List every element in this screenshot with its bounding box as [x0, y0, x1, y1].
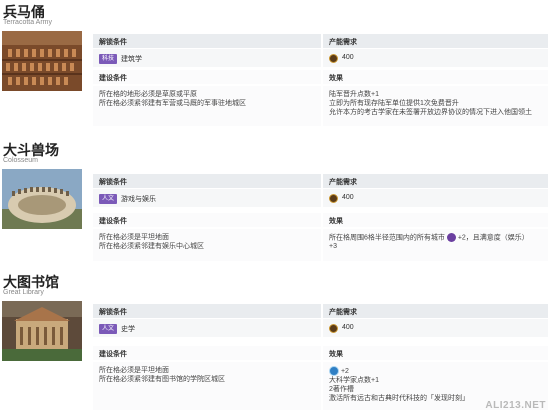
effect-text: 所在格周围6格半径范围内的所有城市	[329, 234, 445, 242]
unlock-tag[interactable]: 科技	[99, 54, 118, 64]
science-icon	[329, 366, 339, 376]
wonder-subtitle: Terracotta Army	[3, 19, 53, 26]
effect-line: 大科学家点数+1	[329, 377, 379, 384]
unlock-header: 解锁条件	[93, 304, 321, 318]
cost-value: 400	[342, 194, 354, 201]
unlock-row: 科技 建筑学	[93, 49, 321, 67]
build-line: 所在格必须紧邻建有娱乐中心城区	[99, 243, 204, 250]
effect-line: 2著作槽	[329, 386, 354, 393]
effect-line: 陆军晋升点数+1	[329, 91, 379, 98]
cost-row: 400	[323, 49, 548, 67]
build-conditions: 所在格的地形必须是草原或平原 所在格必须紧邻建有军营或马厩的军事驻地城区	[93, 86, 321, 126]
effect-text: +2，且满意度（娱乐）	[457, 234, 529, 242]
effect-header: 效果	[323, 346, 548, 360]
cost-row: 400	[323, 319, 548, 337]
production-coin-icon	[329, 194, 338, 203]
wonder-subtitle: Colosseum	[3, 157, 39, 164]
production-coin-icon	[329, 54, 338, 63]
unlock-header: 解锁条件	[93, 34, 321, 48]
site-watermark: ALI213.NET	[485, 400, 546, 411]
build-header: 建设条件	[93, 346, 321, 360]
build-line: 所在格必须是平坦地面	[99, 367, 169, 374]
unlock-row: 人文 游戏与娱乐	[93, 189, 321, 207]
cost-header: 产能需求	[323, 174, 548, 188]
culture-icon	[446, 233, 456, 242]
effect-text: +2	[340, 367, 349, 375]
effects: 陆军晋升点数+1 立即为所有现存陆军单位提供1次免费晋升 允许本方的考古学家在未…	[323, 86, 548, 126]
effect-header: 效果	[323, 70, 548, 84]
cost-header: 产能需求	[323, 304, 548, 318]
unlock-header: 解锁条件	[93, 174, 321, 188]
cost-value: 400	[342, 324, 354, 331]
wonder-thumbnail	[2, 301, 82, 361]
unlock-tag[interactable]: 人文	[99, 194, 118, 204]
unlock-tag[interactable]: 人文	[99, 324, 118, 334]
effects: 所在格周围6格半径范围内的所有城市 +2，且满意度（娱乐） +3	[323, 229, 548, 261]
build-line: 所在格必须紧邻建有军营或马厩的军事驻地城区	[99, 100, 246, 107]
build-header: 建设条件	[93, 70, 321, 84]
unlock-value[interactable]: 游戏与娱乐	[121, 194, 156, 204]
effect-line: 允许本方的考古学家在未签署开放边界协议的情况下进入他国领土	[329, 109, 532, 116]
wonder-thumbnail	[2, 31, 82, 91]
build-line: 所在格必须是平坦地面	[99, 234, 169, 241]
production-coin-icon	[329, 324, 338, 333]
unlock-value[interactable]: 建筑学	[121, 54, 142, 64]
effect-header: 效果	[323, 213, 548, 227]
build-conditions: 所在格必须是平坦地面 所在格必须紧邻建有图书馆的学院区城区	[93, 362, 321, 410]
effect-line: 所在格周围6格半径范围内的所有城市 +2，且满意度（娱乐）	[329, 233, 548, 242]
wonder-thumbnail	[2, 169, 82, 229]
build-header: 建设条件	[93, 213, 321, 227]
cost-row: 400	[323, 189, 548, 207]
unlock-value[interactable]: 史学	[121, 324, 135, 334]
unlock-row: 人文 史学	[93, 319, 321, 337]
cost-header: 产能需求	[323, 34, 548, 48]
effect-line: +3	[329, 243, 337, 251]
wonder-subtitle: Great Library	[3, 289, 44, 296]
build-line: 所在格必须紧邻建有图书馆的学院区城区	[99, 376, 225, 383]
effect-line: 立即为所有现存陆军单位提供1次免费晋升	[329, 100, 459, 107]
effect-line: +2	[329, 366, 548, 376]
build-conditions: 所在格必须是平坦地面 所在格必须紧邻建有娱乐中心城区	[93, 229, 321, 261]
build-line: 所在格的地形必须是草原或平原	[99, 91, 197, 98]
cost-value: 400	[342, 54, 354, 61]
